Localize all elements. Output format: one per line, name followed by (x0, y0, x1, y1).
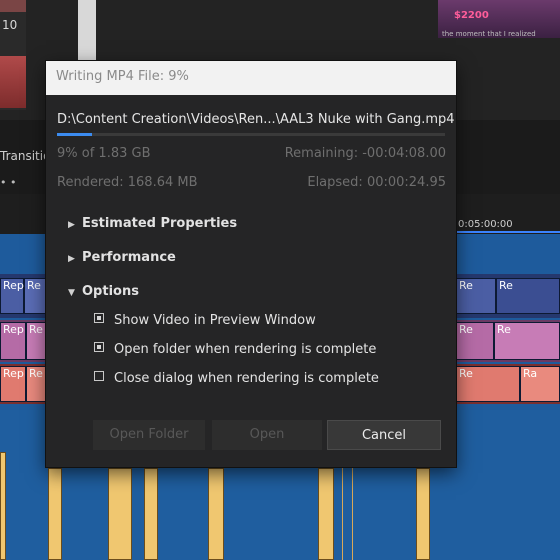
section-label: Estimated Properties (82, 216, 238, 231)
section-label: Options (82, 284, 139, 299)
video-clip[interactable]: Rep (0, 366, 26, 402)
dialog-body: D:\Content Creation\Videos\Ren...\AAL3 N… (46, 95, 456, 467)
checkbox[interactable] (94, 342, 104, 352)
clip-label: Re (497, 323, 511, 336)
checkbox[interactable] (94, 371, 104, 381)
dots-indicator: • • (0, 176, 17, 189)
option-close-dialog-when-complete[interactable]: Close dialog when rendering is complete (94, 371, 379, 386)
dialog-title: Writing MP4 File: 9% (56, 69, 189, 84)
render-progress-fill (57, 133, 92, 136)
open-button[interactable]: Open (212, 420, 322, 450)
option-label: Show Video in Preview Window (114, 313, 316, 328)
elapsed-time-text: Elapsed: 00:00:24.95 (307, 175, 446, 190)
option-label: Close dialog when rendering is complete (114, 371, 379, 386)
option-open-folder-when-complete[interactable]: Open folder when rendering is complete (94, 342, 376, 357)
video-clip[interactable]: Re (456, 278, 496, 314)
transitions-tab[interactable]: Transitio (0, 149, 50, 163)
section-label: Performance (82, 250, 176, 265)
audio-clip[interactable] (108, 468, 132, 560)
ruler-time-label: 0:05:00:00 (458, 219, 513, 230)
clip-label: Rep (3, 367, 24, 380)
option-show-video-preview[interactable]: Show Video in Preview Window (94, 313, 316, 328)
chevron-down-icon: ▼ (68, 288, 75, 298)
video-clip[interactable]: Re (26, 366, 46, 402)
audio-clip[interactable] (144, 468, 158, 560)
video-clip[interactable]: Re (496, 278, 560, 314)
remaining-time-text: Remaining: -00:04:08.00 (284, 146, 446, 161)
chevron-right-icon: ▶ (68, 254, 75, 264)
clip-label: Re (459, 323, 473, 336)
media-thumbnail-left[interactable] (0, 0, 26, 110)
clip-label: Re (459, 367, 473, 380)
scroll-strip[interactable] (78, 0, 96, 62)
audio-clip[interactable] (0, 452, 6, 560)
clip-label: Re (459, 279, 473, 292)
option-label: Open folder when rendering is complete (114, 342, 377, 357)
thumbnail-caption: the moment that I realized (442, 30, 536, 38)
playhead-indicator[interactable] (456, 231, 560, 233)
clip-label: Re (29, 367, 43, 380)
video-clip[interactable]: Re (26, 322, 46, 360)
checkbox[interactable] (94, 313, 104, 323)
output-file-path: D:\Content Creation\Videos\Ren...\AAL3 N… (57, 112, 455, 127)
rendered-size-text: Rendered: 168.64 MB (57, 175, 198, 190)
clip-label: Re (499, 279, 513, 292)
clip-label: Rep (3, 323, 24, 336)
cancel-button[interactable]: Cancel (327, 420, 441, 450)
video-clip[interactable]: Re (456, 322, 494, 360)
render-progress-dialog: Writing MP4 File: 9% D:\Content Creation… (46, 61, 456, 467)
video-clip[interactable]: Ra (520, 366, 560, 402)
clip-label: Re (27, 279, 41, 292)
audio-clip[interactable] (416, 468, 430, 560)
media-thumbnail-right[interactable]: $2200 the moment that I realized (438, 0, 560, 38)
progress-size-text: 9% of 1.83 GB (57, 146, 151, 161)
open-folder-button[interactable]: Open Folder (93, 420, 205, 450)
thumbnail-price-text: $2200 (454, 10, 489, 21)
thumbnail-label: 10 (2, 18, 18, 32)
render-progress-bar (57, 133, 445, 136)
section-performance[interactable]: ▶ Performance (68, 250, 176, 265)
clip-label: Rep (3, 279, 24, 292)
video-clip[interactable]: Rep (0, 278, 24, 314)
clip-label: Re (29, 323, 43, 336)
audio-clip[interactable] (48, 468, 62, 560)
dialog-titlebar[interactable]: Writing MP4 File: 9% (46, 61, 456, 95)
video-clip[interactable]: Re (456, 366, 520, 402)
video-clip[interactable]: Re (24, 278, 46, 314)
chevron-right-icon: ▶ (68, 220, 75, 230)
audio-clip[interactable] (318, 468, 334, 560)
video-clip[interactable]: Re (494, 322, 560, 360)
clip-label: Ra (523, 367, 538, 380)
section-options[interactable]: ▼ Options (68, 284, 139, 299)
video-clip[interactable]: Rep (0, 322, 26, 360)
audio-clip[interactable] (208, 468, 224, 560)
section-estimated-properties[interactable]: ▶ Estimated Properties (68, 216, 237, 231)
